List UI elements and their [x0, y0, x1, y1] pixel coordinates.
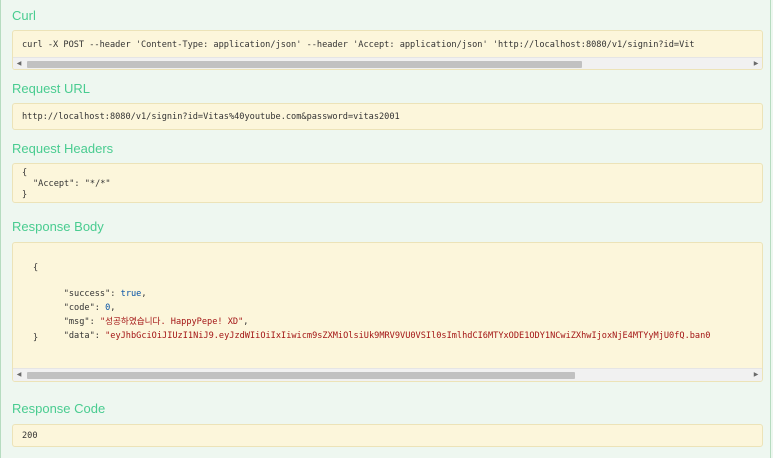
response-body-open-brace: {: [33, 263, 39, 273]
curl-panel: curl -X POST --header 'Content-Type: app…: [12, 30, 763, 70]
response-code-panel: 200: [12, 424, 763, 447]
scroll-left-icon[interactable]: ◀: [13, 369, 25, 381]
response-body-heading: Response Body: [12, 219, 104, 234]
scroll-right-icon[interactable]: ▶: [750, 369, 762, 381]
request-headers-close-brace: }: [22, 190, 28, 200]
request-url-heading: Request URL: [12, 81, 91, 96]
response-body-panel: { "success": true, "code": 0, "msg": "성공…: [12, 242, 763, 382]
curl-scrollbar[interactable]: ◀ ▶: [13, 57, 762, 69]
field-key: "data": [63, 331, 95, 341]
response-body-close-brace: }: [33, 333, 39, 343]
field-value: true: [120, 289, 142, 299]
request-headers-panel: { "Accept": "*/*" }: [12, 163, 763, 203]
field-value: "eyJhbGciOiJIUzI1NiJ9.eyJzdWIiOiIxIiwicm…: [105, 331, 711, 341]
request-headers-heading: Request Headers: [12, 141, 114, 156]
request-url-value[interactable]: http://localhost:8080/v1/signin?id=Vitas…: [22, 111, 400, 123]
response-field-data[interactable]: "data": "eyJhbGciOiJIUzI1NiJ9.eyJzdWIiOi…: [43, 318, 711, 354]
request-headers-open-brace: {: [22, 168, 28, 178]
scroll-left-icon[interactable]: ◀: [13, 58, 25, 69]
scroll-right-icon[interactable]: ▶: [750, 58, 762, 69]
request-url-panel: http://localhost:8080/v1/signin?id=Vitas…: [12, 103, 763, 130]
curl-heading: Curl: [12, 8, 36, 23]
curl-scroll-thumb[interactable]: [27, 61, 582, 68]
curl-command[interactable]: curl -X POST --header 'Content-Type: app…: [22, 39, 695, 51]
response-body-scrollbar[interactable]: ◀ ▶: [13, 368, 762, 381]
request-headers-line[interactable]: "Accept": "*/*": [33, 178, 111, 190]
response-code-heading: Response Code: [12, 401, 106, 416]
response-body-scroll-thumb[interactable]: [27, 372, 575, 379]
response-code-value[interactable]: 200: [22, 430, 38, 442]
